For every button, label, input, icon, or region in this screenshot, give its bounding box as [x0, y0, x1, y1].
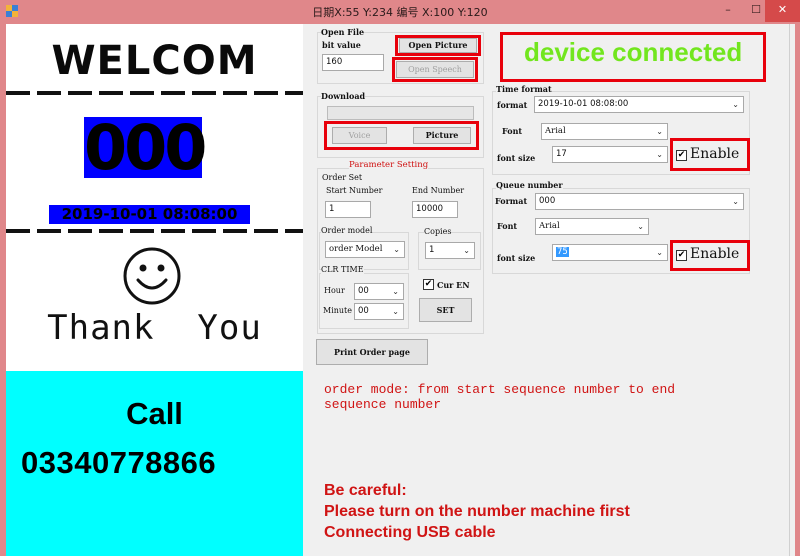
chevron-down-icon: ⌄: [637, 222, 644, 231]
chevron-down-icon: ⌄: [656, 248, 663, 257]
datetime-display: 2019-10-01 08:08:00: [49, 205, 250, 224]
chevron-down-icon: ⌄: [732, 197, 739, 206]
set-button[interactable]: SET: [419, 298, 472, 322]
queue-format-label: Format: [495, 196, 528, 206]
close-button[interactable]: ✕: [765, 0, 800, 22]
welcome-text: WELCOM: [51, 38, 258, 84]
open-picture-button[interactable]: Open Picture: [399, 38, 477, 53]
queue-font-label: Font: [497, 221, 518, 231]
warning-line-2: Please turn on the number machine first: [324, 503, 630, 520]
hour-label: Hour: [324, 286, 345, 295]
time-enable-checkbox[interactable]: ✔: [676, 150, 687, 161]
minimize-button[interactable]: –: [714, 0, 742, 22]
time-format-label: format: [497, 100, 528, 110]
download-progress-bar: [327, 106, 474, 120]
voice-button[interactable]: Voice: [332, 127, 387, 144]
title-bar: 日期X:55 Y:234 编号 X:100 Y:120 – ☐ ✕: [0, 0, 800, 24]
open-speech-button[interactable]: Open Speech: [396, 61, 474, 78]
call-panel: Call 03340778866: [6, 371, 303, 556]
order-set-title: Order Set: [322, 173, 363, 182]
chevron-down-icon: ⌄: [392, 307, 399, 316]
hour-select[interactable]: 00 ⌄: [354, 283, 404, 300]
time-format-title: Time format: [496, 84, 552, 94]
chevron-down-icon: ⌄: [732, 100, 739, 109]
bit-value-label: bit value: [322, 40, 361, 50]
minute-value: 00: [358, 306, 369, 316]
queue-enable-label: Enable: [690, 246, 740, 262]
time-format-value: 2019-10-01 08:08:00: [538, 99, 629, 109]
warning-line-1: Be careful:: [324, 482, 407, 499]
device-status-text: device connected: [524, 37, 743, 67]
call-number: 03340778866: [21, 445, 217, 480]
print-order-page-button[interactable]: Print Order page: [316, 339, 428, 365]
chevron-down-icon: ⌄: [393, 245, 400, 254]
order-mode-line-1: order mode: from start sequence number t…: [324, 382, 676, 397]
cur-en-checkbox[interactable]: ✔: [423, 279, 434, 290]
order-mode-message: order mode: from start sequence number t…: [324, 382, 675, 412]
queue-font-size-value: 75: [556, 247, 569, 257]
start-number-input[interactable]: 1: [325, 201, 371, 218]
order-model-title: Order model: [321, 226, 373, 235]
window-right-edge: [789, 24, 795, 556]
start-number-label: Start Number: [326, 186, 383, 195]
order-mode-line-2: sequence number: [324, 397, 442, 412]
copies-value: 1: [429, 245, 435, 255]
call-label: Call: [126, 396, 183, 431]
chevron-down-icon: ⌄: [656, 150, 663, 159]
dashed-divider: [6, 91, 303, 95]
time-font-size-value: 17: [556, 149, 567, 159]
end-number-label: End Number: [412, 186, 465, 195]
time-font-select[interactable]: Arial ⌄: [541, 123, 668, 140]
queue-number-display: 000: [84, 111, 207, 184]
minute-select[interactable]: 00 ⌄: [354, 303, 404, 320]
queue-font-select[interactable]: Arial ⌄: [535, 218, 649, 235]
order-model-value: order Model: [329, 244, 383, 254]
window-title: 日期X:55 Y:234 编号 X:100 Y:120: [312, 6, 488, 19]
client-area: WELCOM 000 2019-10-01 08:08:00 Thank You…: [6, 24, 795, 556]
time-font-size-select[interactable]: 17 ⌄: [552, 146, 668, 163]
queue-font-value: Arial: [539, 221, 560, 231]
time-font-size-label: font size: [497, 153, 536, 163]
queue-number-title: Queue number: [496, 180, 563, 190]
open-file-title: Open File: [321, 27, 365, 37]
time-format-select[interactable]: 2019-10-01 08:08:00 ⌄: [534, 96, 744, 113]
time-font-value: Arial: [545, 126, 566, 136]
ticket-preview: WELCOM 000 2019-10-01 08:08:00 Thank You…: [6, 24, 303, 556]
order-model-select[interactable]: order Model ⌄: [325, 241, 405, 258]
queue-format-select[interactable]: 000 ⌄: [535, 193, 744, 210]
queue-font-size-label: font size: [497, 253, 536, 263]
hour-value: 00: [358, 286, 369, 296]
thank-you-text: Thank You: [47, 308, 262, 348]
bit-value-input[interactable]: 160: [322, 54, 384, 71]
warning-message: Be careful: Please turn on the number ma…: [324, 480, 630, 543]
chevron-down-icon: ⌄: [463, 246, 470, 255]
queue-enable-checkbox[interactable]: ✔: [676, 250, 687, 261]
chevron-down-icon: ⌄: [656, 127, 663, 136]
time-font-label: Font: [502, 126, 523, 136]
end-number-input[interactable]: 10000: [412, 201, 458, 218]
clr-time-title: CLR TIME: [321, 265, 364, 274]
picture-button[interactable]: Picture: [413, 127, 471, 144]
smiley-face-icon: [123, 247, 181, 305]
warning-line-3: Connecting USB cable: [324, 524, 496, 541]
queue-font-size-select[interactable]: 75 ⌄: [552, 244, 668, 261]
cur-en-label: Cur EN: [437, 280, 470, 290]
queue-format-value: 000: [539, 196, 556, 206]
copies-title: Copies: [424, 227, 452, 236]
time-enable-label: Enable: [690, 146, 740, 162]
chevron-down-icon: ⌄: [392, 287, 399, 296]
minute-label: Minute: [323, 306, 353, 315]
clr-time-group: [319, 273, 409, 329]
copies-select[interactable]: 1 ⌄: [425, 242, 475, 259]
dashed-divider: [6, 229, 303, 233]
parameter-setting-title: Parameter Setting: [349, 160, 429, 170]
download-title: Download: [321, 91, 366, 101]
